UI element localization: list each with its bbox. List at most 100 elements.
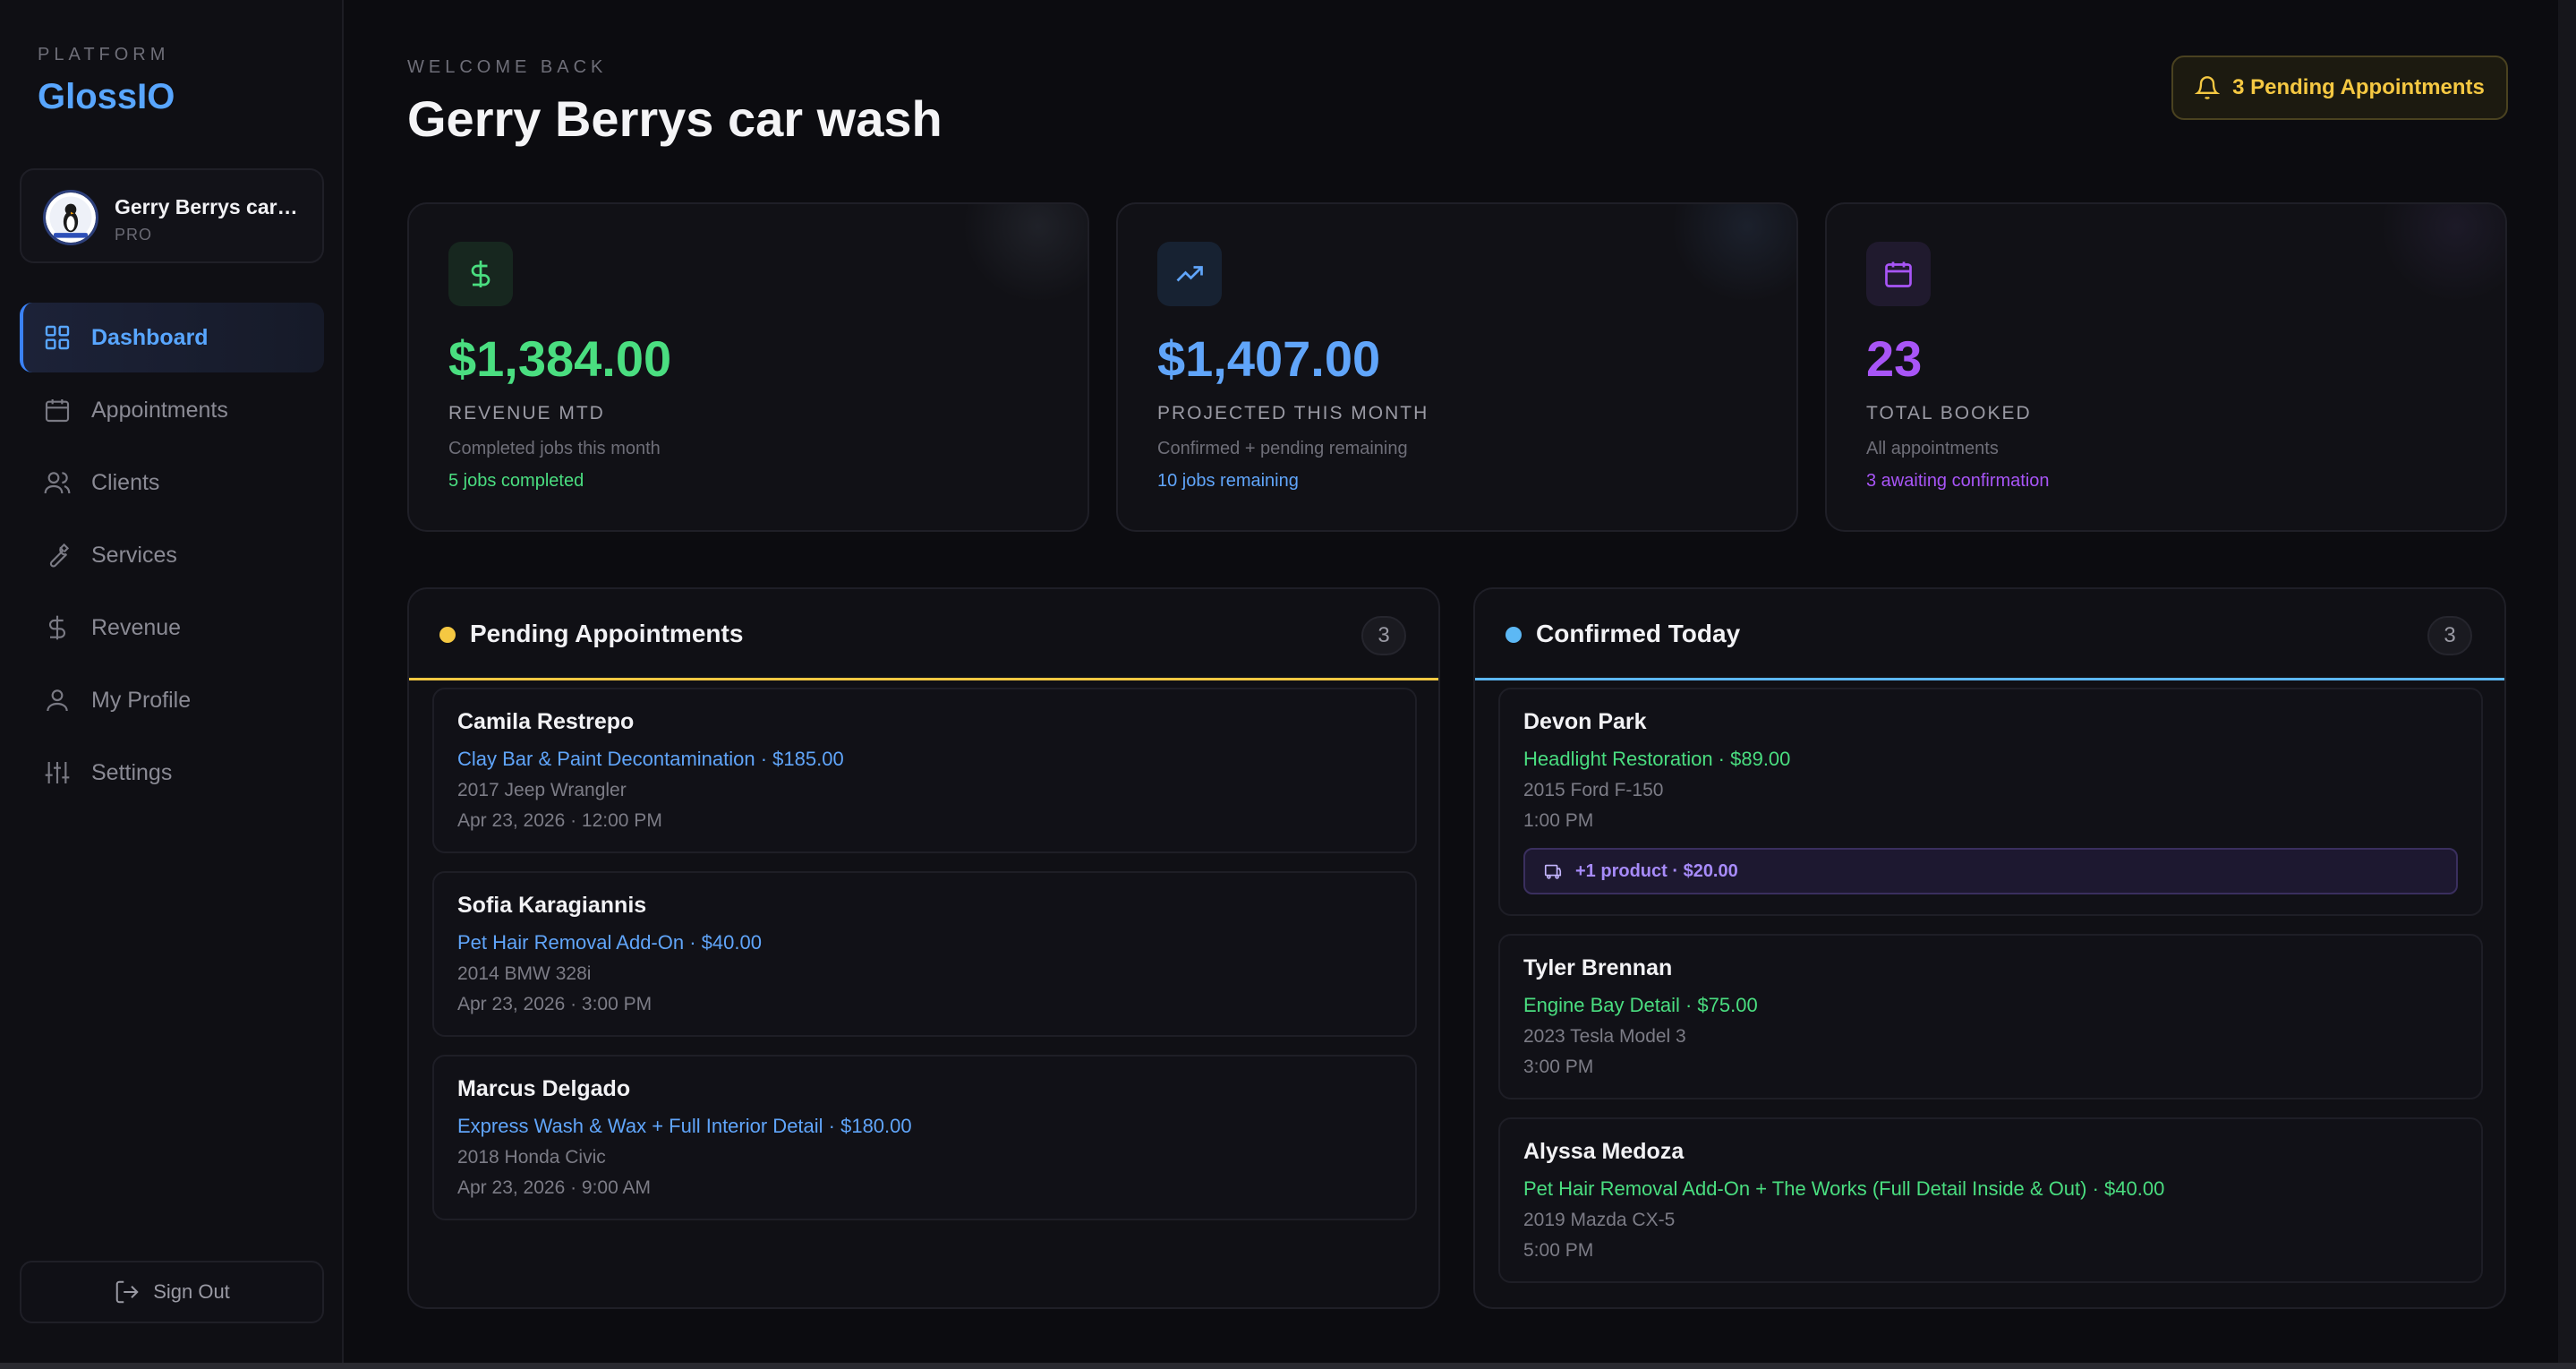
vehicle: 2019 Mazda CX-5: [1523, 1210, 1676, 1230]
avatar: [43, 190, 98, 245]
stat-card-total-booked: 23 TOTAL BOOKED All appointments 3 await…: [1825, 202, 2507, 532]
vehicle: 2014 BMW 328i: [457, 963, 592, 984]
appointment-time: Apr 23, 2026 · 3:00 PM: [457, 994, 653, 1014]
sidebar-item-settings[interactable]: Settings: [20, 738, 324, 808]
stat-description: Completed jobs this month: [448, 439, 661, 458]
appointment-card[interactable]: Camila Restrepo Clay Bar & Paint Deconta…: [432, 688, 1417, 853]
appointment-card[interactable]: Marcus Delgado Express Wash & Wax + Full…: [432, 1055, 1417, 1220]
card-glow: [1671, 204, 1796, 303]
product-addon-label: +1 product · $20.00: [1575, 860, 1738, 881]
stat-label: TOTAL BOOKED: [1866, 403, 2032, 424]
vehicle: 2018 Honda Civic: [457, 1147, 606, 1168]
wrench-icon: [43, 541, 72, 569]
appointment-time: Apr 23, 2026 · 9:00 AM: [457, 1177, 651, 1198]
client-name: Alyssa Medoza: [1523, 1139, 1685, 1164]
appointment-card[interactable]: Sofia Karagiannis Pet Hair Removal Add-O…: [432, 871, 1417, 1037]
service-line: Engine Bay Detail · $75.00: [1523, 994, 1758, 1016]
stat-note: 3 awaiting confirmation: [1866, 471, 2050, 491]
sidebar-item-label: My Profile: [91, 687, 192, 713]
dollar-icon: [448, 242, 513, 306]
service-line: Headlight Restoration · $89.00: [1523, 748, 1791, 770]
vehicle: 2023 Tesla Model 3: [1523, 1026, 1686, 1047]
plan-badge: PRO: [115, 226, 153, 244]
sidebar-item-appointments[interactable]: Appointments: [20, 375, 324, 445]
bottom-edge: [0, 1363, 2576, 1369]
panel-title: Confirmed Today: [1536, 620, 1741, 647]
page-scrollbar[interactable]: [2558, 0, 2576, 1369]
account-name: Gerry Berrys car wash: [115, 195, 303, 218]
stat-note: 10 jobs remaining: [1157, 471, 1299, 491]
app: PLATFORM GlossIO Gerry Berrys car wash P…: [0, 0, 2576, 1369]
appointment-time: Apr 23, 2026 · 12:00 PM: [457, 810, 662, 831]
user-icon: [43, 686, 72, 714]
panel-header: Pending Appointments 3: [409, 589, 1438, 680]
stat-note: 5 jobs completed: [448, 471, 584, 491]
stat-description: Confirmed + pending remaining: [1157, 439, 1408, 458]
count-badge: 3: [2427, 616, 2472, 655]
sidebar-nav: Dashboard Appointments Clients Services: [20, 303, 324, 810]
client-name: Marcus Delgado: [457, 1076, 631, 1101]
page-title: Gerry Berrys car wash: [407, 90, 943, 147]
client-name: Camila Restrepo: [457, 709, 635, 734]
sidebar-item-services[interactable]: Services: [20, 520, 324, 590]
sliders-icon: [43, 758, 72, 787]
avatar-mascot-icon: [46, 193, 96, 243]
sidebar-item-my-profile[interactable]: My Profile: [20, 665, 324, 735]
bell-icon: [2195, 75, 2221, 100]
appointment-time: 3:00 PM: [1523, 1057, 1594, 1077]
pending-appointments-panel: Pending Appointments 3 Camila Restrepo C…: [407, 587, 1440, 1309]
log-out-icon: [114, 1279, 141, 1305]
welcome-kicker: WELCOME BACK: [407, 57, 608, 77]
sidebar: PLATFORM GlossIO Gerry Berrys car wash P…: [0, 0, 344, 1369]
stat-label: PROJECTED THIS MONTH: [1157, 403, 1429, 424]
sidebar-item-revenue[interactable]: Revenue: [20, 593, 324, 663]
account-card[interactable]: Gerry Berrys car wash PRO: [20, 168, 324, 263]
dollar-icon: [43, 613, 72, 642]
stat-description: All appointments: [1866, 439, 1999, 458]
appointment-time: 1:00 PM: [1523, 810, 1594, 831]
pending-appointments-button[interactable]: 3 Pending Appointments: [2171, 56, 2508, 120]
stat-value: $1,384.00: [448, 330, 672, 387]
confirmed-list: Devon Park Headlight Restoration · $89.0…: [1498, 688, 2483, 1301]
sidebar-item-clients[interactable]: Clients: [20, 448, 324, 518]
sign-out-label: Sign Out: [153, 1280, 230, 1303]
appointment-card[interactable]: Tyler Brennan Engine Bay Detail · $75.00…: [1498, 934, 2483, 1099]
receipt-icon: [1543, 861, 1563, 881]
panel-title: Pending Appointments: [470, 620, 744, 647]
sidebar-item-label: Settings: [91, 759, 173, 785]
service-line: Express Wash & Wax + Full Interior Detai…: [457, 1115, 912, 1137]
service-line: Pet Hair Removal Add-On · $40.00: [457, 931, 762, 954]
pending-button-label: 3 Pending Appointments: [2232, 75, 2485, 99]
service-line: Clay Bar & Paint Decontamination · $185.…: [457, 748, 844, 770]
appointment-card[interactable]: Devon Park Headlight Restoration · $89.0…: [1498, 688, 2483, 916]
brand-kicker: PLATFORM: [38, 45, 170, 64]
panel-header: Confirmed Today 3: [1475, 589, 2504, 680]
client-name: Devon Park: [1523, 709, 1647, 734]
sign-out-button[interactable]: Sign Out: [20, 1261, 324, 1323]
sidebar-item-label: Revenue: [91, 614, 182, 640]
service-line: Pet Hair Removal Add-On + The Works (Ful…: [1523, 1177, 2165, 1200]
status-dot-icon: [439, 627, 456, 643]
brand-logo[interactable]: GlossIO: [38, 77, 175, 117]
card-glow: [962, 204, 1088, 303]
client-name: Tyler Brennan: [1523, 955, 1673, 980]
stat-card-revenue: $1,384.00 REVENUE MTD Completed jobs thi…: [407, 202, 1089, 532]
product-addon-badge[interactable]: +1 product · $20.00: [1523, 848, 2458, 894]
trending-up-icon: [1157, 242, 1222, 306]
pending-list: Camila Restrepo Clay Bar & Paint Deconta…: [432, 688, 1417, 1238]
calendar-icon: [43, 396, 72, 424]
stat-value: $1,407.00: [1157, 330, 1381, 387]
stat-label: REVENUE MTD: [448, 403, 605, 424]
appointment-card[interactable]: Alyssa Medoza Pet Hair Removal Add-On + …: [1498, 1117, 2483, 1283]
grid-icon: [43, 323, 72, 352]
sidebar-item-label: Services: [91, 542, 177, 568]
users-icon: [43, 468, 72, 497]
confirmed-today-panel: Confirmed Today 3 Devon Park Headlight R…: [1473, 587, 2506, 1309]
sidebar-item-label: Appointments: [91, 397, 228, 423]
sidebar-item-dashboard[interactable]: Dashboard: [20, 303, 324, 372]
sidebar-item-label: Clients: [91, 469, 160, 495]
stat-value: 23: [1866, 330, 1923, 387]
status-dot-icon: [1506, 627, 1522, 643]
calendar-icon: [1866, 242, 1931, 306]
count-badge: 3: [1361, 616, 1406, 655]
